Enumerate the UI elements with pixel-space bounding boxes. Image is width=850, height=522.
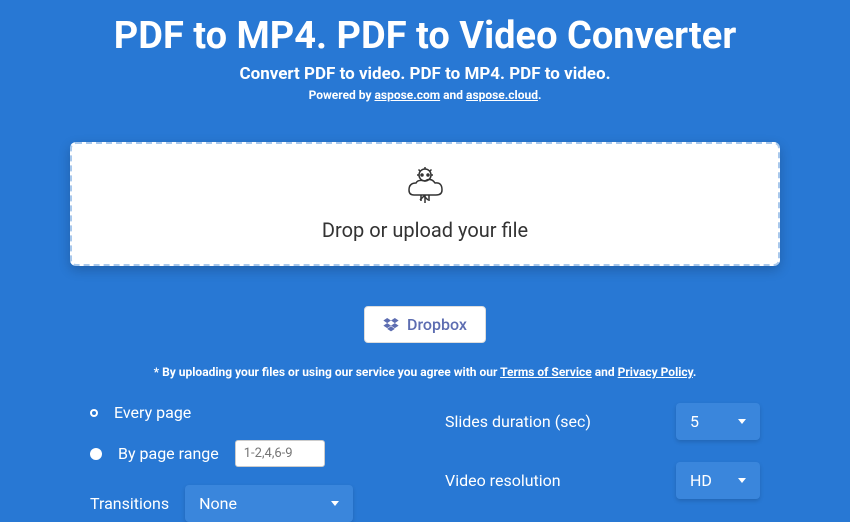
slides-duration-select[interactable]: 5	[676, 403, 760, 440]
dropbox-icon	[383, 318, 399, 332]
period: .	[538, 88, 541, 102]
dropbox-label: Dropbox	[407, 315, 467, 334]
slides-duration-label: Slides duration (sec)	[445, 412, 658, 431]
caret-down-icon	[331, 501, 339, 506]
powered-by-line: Powered by aspose.com and aspose.cloud.	[0, 88, 850, 102]
transitions-label: Transitions	[90, 494, 169, 513]
aspose-com-link[interactable]: aspose.com	[375, 88, 441, 102]
radio-checked-icon	[90, 448, 102, 460]
transitions-value: None	[199, 494, 237, 513]
by-page-range-label: By page range	[118, 444, 219, 463]
upload-cloud-icon	[403, 166, 447, 210]
page-title: PDF to MP4. PDF to Video Converter	[0, 0, 850, 58]
radio-unchecked-icon	[90, 409, 98, 417]
dropbox-button[interactable]: Dropbox	[364, 306, 486, 343]
and-text: and	[440, 88, 466, 102]
video-resolution-select[interactable]: HD	[676, 462, 760, 499]
terms-prefix: * By uploading your files or using our s…	[154, 365, 500, 379]
terms-line: * By uploading your files or using our s…	[0, 365, 850, 379]
terms-and: and	[592, 365, 618, 379]
terms-of-service-link[interactable]: Terms of Service	[500, 365, 592, 379]
terms-period: .	[693, 365, 696, 379]
page-subtitle: Convert PDF to video. PDF to MP4. PDF to…	[0, 64, 850, 84]
transitions-select[interactable]: None	[185, 485, 353, 522]
aspose-cloud-link[interactable]: aspose.cloud	[466, 88, 538, 102]
every-page-label: Every page	[114, 403, 191, 422]
slides-duration-value: 5	[690, 412, 699, 431]
dropzone-text: Drop or upload your file	[72, 218, 778, 242]
caret-down-icon	[738, 478, 746, 483]
radio-by-page-range[interactable]: By page range	[90, 440, 405, 467]
video-resolution-value: HD	[690, 471, 712, 490]
video-resolution-label: Video resolution	[445, 471, 658, 490]
page-range-input[interactable]	[235, 440, 325, 467]
privacy-policy-link[interactable]: Privacy Policy	[618, 365, 693, 379]
powered-prefix: Powered by	[309, 88, 375, 102]
radio-every-page[interactable]: Every page	[90, 403, 405, 422]
caret-down-icon	[738, 419, 746, 424]
file-dropzone[interactable]: Drop or upload your file	[70, 142, 780, 266]
